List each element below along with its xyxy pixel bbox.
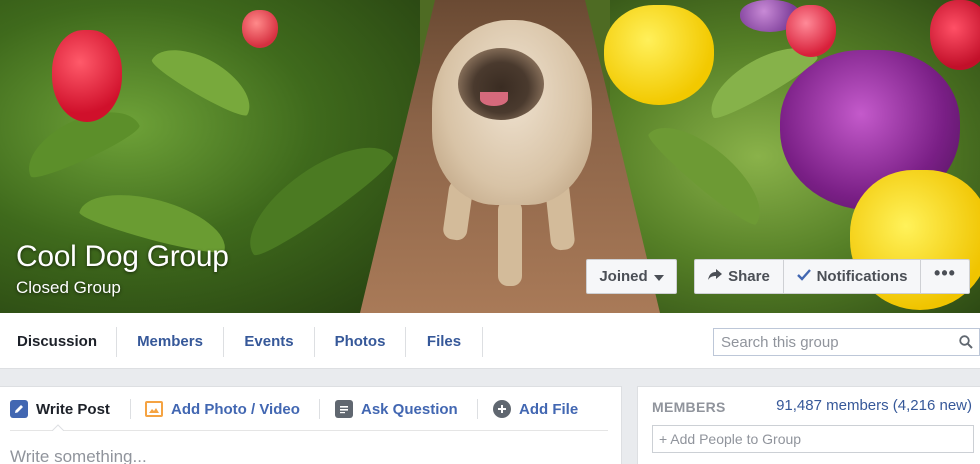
composer-tab-add-file[interactable]: Add File — [493, 387, 578, 431]
search-icon[interactable] — [959, 335, 973, 349]
cover-photo[interactable]: Cool Dog Group Closed Group Joined Share… — [0, 0, 980, 313]
add-file-label: Add File — [519, 400, 579, 418]
members-panel: MEMBERS 91,487 members (4,216 new) — [637, 386, 980, 464]
add-file-icon — [493, 400, 511, 418]
members-heading: MEMBERS — [652, 399, 726, 415]
pencil-icon — [10, 400, 28, 418]
add-people-input[interactable] — [659, 431, 959, 447]
search-input[interactable] — [714, 333, 954, 351]
tab-members[interactable]: Members — [117, 313, 223, 369]
composer-placeholder[interactable]: Write something... — [10, 447, 147, 464]
pug-face — [458, 48, 544, 120]
ellipsis-icon: ••• — [934, 263, 956, 283]
pug-tongue — [480, 92, 508, 106]
add-people-field — [652, 425, 974, 453]
composer-tabs: Write Post Add Photo / Video Ask Questio… — [0, 387, 622, 431]
tab-photos[interactable]: Photos — [315, 313, 405, 369]
share-label: Share — [728, 268, 770, 285]
checkmark-icon — [796, 268, 811, 286]
write-post-label: Write Post — [36, 400, 110, 418]
photo-icon — [145, 401, 163, 417]
composer-divider-line — [10, 430, 608, 431]
red-tulip — [52, 30, 122, 122]
group-name[interactable]: Cool Dog Group — [16, 240, 229, 274]
add-photo-video-label: Add Photo / Video — [171, 400, 300, 418]
group-search — [713, 328, 980, 356]
group-privacy: Closed Group — [16, 278, 121, 297]
caret-down-icon — [653, 274, 664, 281]
dog-leg — [498, 200, 522, 286]
question-list-icon — [335, 400, 353, 418]
active-tab-marker — [52, 424, 64, 431]
joined-label: Joined — [599, 268, 648, 285]
ask-question-label: Ask Question — [361, 400, 458, 418]
share-button[interactable]: Share — [694, 259, 784, 294]
composer-tab-ask-question[interactable]: Ask Question — [335, 387, 458, 431]
tab-discussion[interactable]: Discussion — [0, 313, 114, 369]
tab-files[interactable]: Files — [406, 313, 482, 369]
share-arrow-icon — [708, 268, 723, 285]
composer-tab-add-photo-video[interactable]: Add Photo / Video — [145, 387, 300, 431]
post-composer: Write Post Add Photo / Video Ask Questio… — [0, 386, 622, 464]
composer-divider — [477, 399, 478, 419]
red-tulip — [242, 10, 278, 48]
red-tulip — [786, 5, 836, 57]
composer-divider — [130, 399, 131, 419]
tab-divider — [482, 327, 483, 357]
more-options-button[interactable]: ••• — [920, 259, 970, 294]
tab-events[interactable]: Events — [224, 313, 314, 369]
composer-divider — [319, 399, 320, 419]
notifications-button[interactable]: Notifications — [783, 259, 921, 294]
yellow-tulip — [604, 5, 714, 105]
notifications-label: Notifications — [816, 268, 908, 285]
members-count-link[interactable]: 91,487 members (4,216 new) — [776, 397, 972, 414]
joined-button[interactable]: Joined — [586, 259, 677, 294]
